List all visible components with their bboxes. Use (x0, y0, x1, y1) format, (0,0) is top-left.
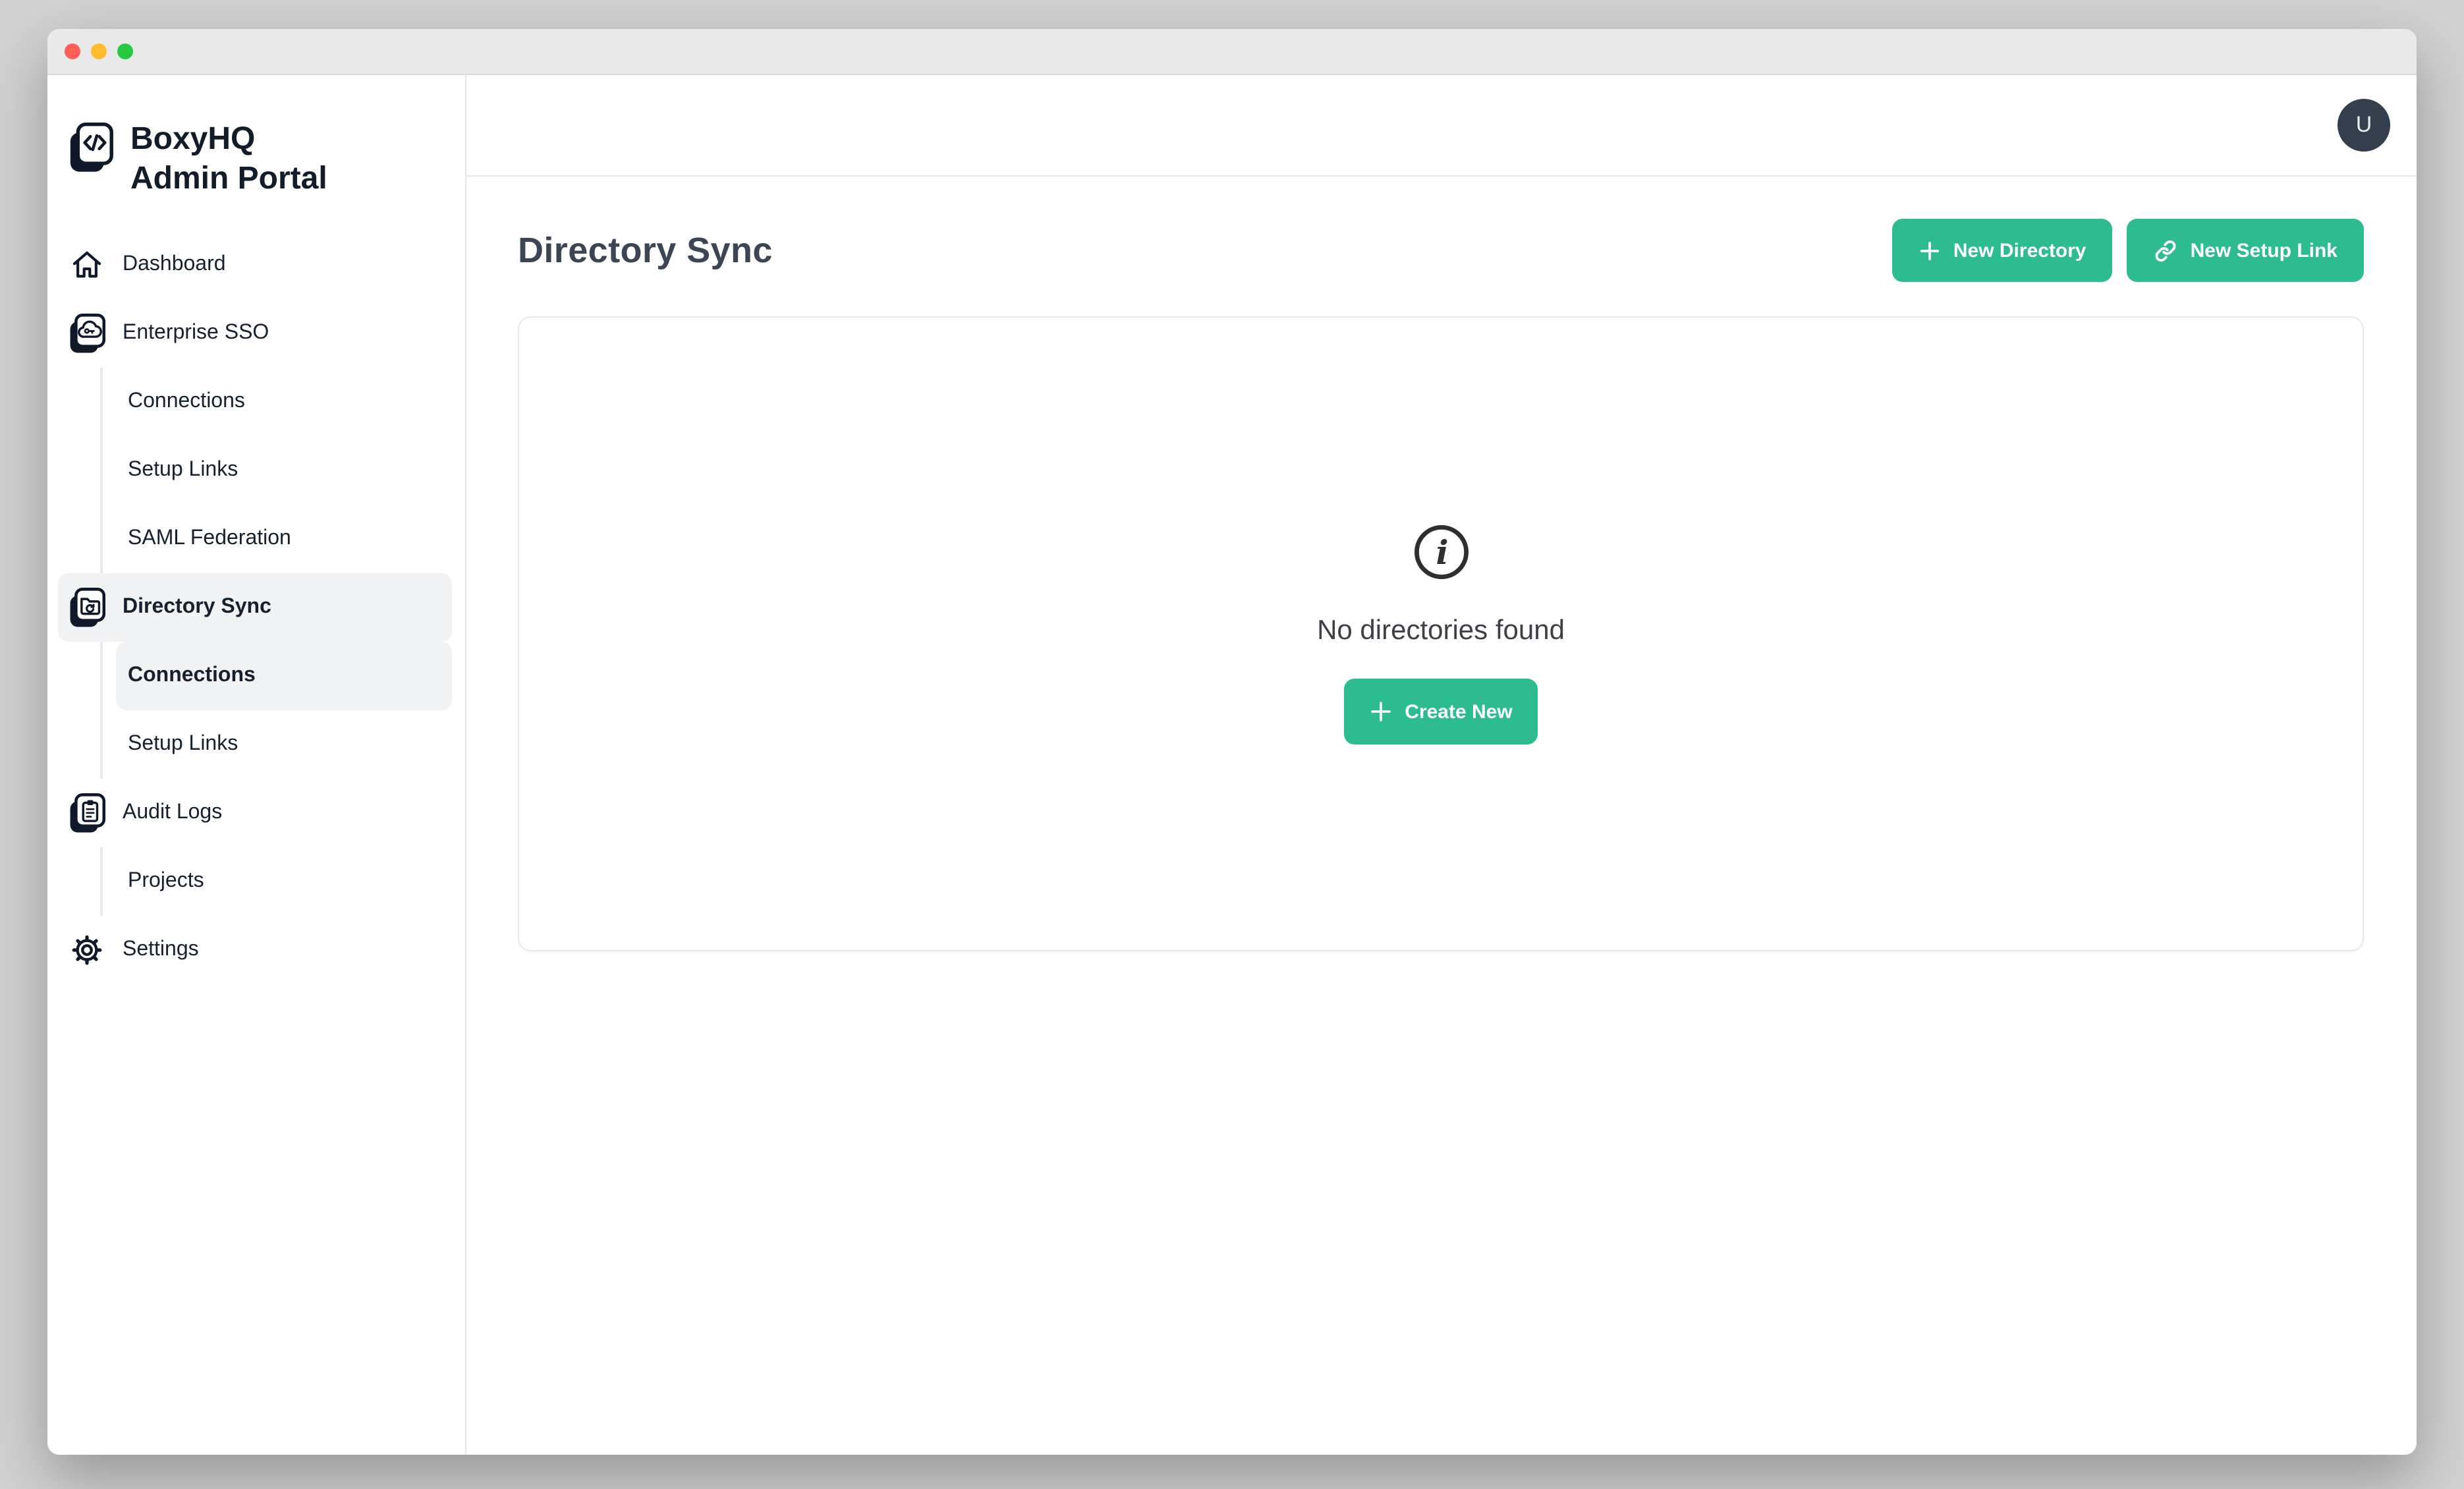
folder-sync-keycap-icon (69, 587, 105, 628)
new-setup-link-button[interactable]: New Setup Link (2127, 219, 2364, 282)
sidebar-nav: Dashboard Enterprise SSO (47, 231, 465, 984)
sidebar-item-directory-sync[interactable]: Directory Sync (58, 573, 452, 642)
plus-icon (1369, 700, 1393, 723)
top-header: U (466, 75, 2417, 177)
toolbar: New Directory New Setup Link (1893, 219, 2364, 282)
window-titlebar (47, 29, 2417, 75)
zoom-window-button[interactable] (117, 43, 133, 59)
sidebar-item-label: Directory Sync (123, 596, 271, 619)
app-title: BoxyHQ Admin Portal (130, 120, 354, 199)
page-header-row: Directory Sync New Directory (518, 219, 2364, 282)
sidebar-subgroup-enterprise-sso: Connections Setup Links SAML Federation (100, 368, 452, 573)
home-icon (69, 248, 105, 282)
sidebar-item-settings[interactable]: Settings (58, 916, 452, 984)
sidebar-item-dashboard[interactable]: Dashboard (58, 231, 452, 299)
desktop: BoxyHQ Admin Portal Dashboard (0, 0, 2464, 1489)
gear-icon (69, 933, 105, 967)
plus-icon (1919, 239, 1942, 262)
close-window-button[interactable] (65, 43, 80, 59)
link-icon (2154, 238, 2179, 263)
sidebar-item-label: Settings (123, 938, 199, 962)
directories-empty-card: i No directories found Create New (518, 316, 2364, 951)
app-root: BoxyHQ Admin Portal Dashboard (47, 75, 2417, 1455)
sidebar-item-sso-setup-links[interactable]: Setup Links (116, 436, 452, 505)
user-avatar[interactable]: U (2338, 99, 2390, 152)
sidebar-item-enterprise-sso[interactable]: Enterprise SSO (58, 299, 452, 368)
svg-text:i: i (1436, 533, 1448, 572)
sidebar-item-dsync-connections[interactable]: Connections (116, 642, 452, 710)
sidebar: BoxyHQ Admin Portal Dashboard (47, 75, 466, 1455)
sidebar-item-label: Enterprise SSO (123, 322, 269, 345)
browser-window: BoxyHQ Admin Portal Dashboard (47, 29, 2417, 1455)
empty-state-message: No directories found (1317, 615, 1565, 647)
sidebar-item-sso-connections[interactable]: Connections (116, 368, 452, 436)
sidebar-item-label: Audit Logs (123, 801, 222, 825)
new-directory-button[interactable]: New Directory (1893, 219, 2113, 282)
screen: BoxyHQ Admin Portal Dashboard (0, 0, 2464, 1489)
code-keycap-icon (69, 123, 113, 174)
cloud-key-keycap-icon (69, 313, 105, 354)
page-content: Directory Sync New Directory (466, 177, 2417, 951)
sidebar-item-saml-federation[interactable]: SAML Federation (116, 505, 452, 573)
clipboard-keycap-icon (69, 793, 105, 833)
minimize-window-button[interactable] (91, 43, 107, 59)
sidebar-item-audit-logs[interactable]: Audit Logs (58, 779, 452, 847)
sidebar-item-projects[interactable]: Projects (116, 847, 452, 916)
create-new-button[interactable]: Create New (1344, 679, 1537, 744)
app-logo[interactable]: BoxyHQ Admin Portal (47, 120, 465, 199)
sidebar-subgroup-audit-logs: Projects (100, 847, 452, 916)
sidebar-subgroup-directory-sync: Connections Setup Links (100, 642, 452, 779)
page-title: Directory Sync (518, 230, 773, 271)
sidebar-item-label: Dashboard (123, 253, 226, 277)
main-area: U Directory Sync New Directory (466, 75, 2417, 1455)
info-icon: i (1412, 523, 1470, 581)
sidebar-item-dsync-setup-links[interactable]: Setup Links (116, 710, 452, 779)
